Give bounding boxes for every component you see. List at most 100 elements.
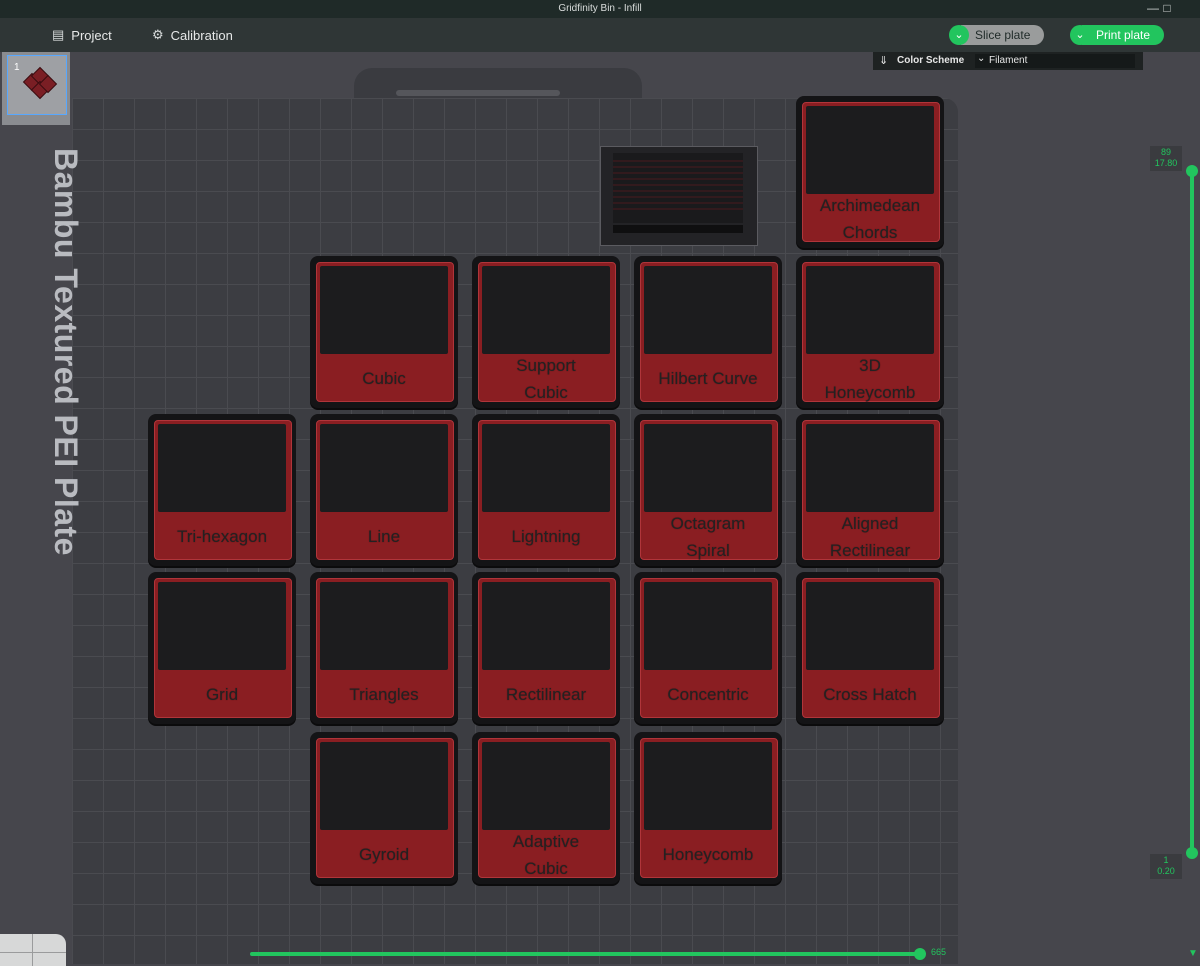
tile-line[interactable]: Line [310, 414, 458, 566]
tile-label: Octagram Spiral [670, 514, 746, 560]
top-layer-number: 89 [1160, 147, 1171, 157]
tile-label: Concentric [667, 685, 749, 704]
tile-label: Tri-hexagon [176, 527, 268, 546]
model-object-base [613, 225, 743, 233]
tile-label: Archimedean Chords [819, 196, 921, 242]
tile-label: Lightning [511, 527, 581, 546]
move-slider-value: 665 [931, 947, 947, 957]
tile-label: Adaptive Cubic [512, 832, 580, 878]
tile-label: Honeycomb [662, 845, 754, 864]
tile-label: 3D Honeycomb [824, 356, 916, 402]
chevron-down-icon[interactable]: ▼ [1188, 948, 1198, 959]
infill-pattern [320, 266, 448, 354]
move-slider-track[interactable] [250, 952, 920, 956]
calibration-icon: ⚙ [152, 27, 164, 42]
infill-pattern [158, 582, 286, 670]
tile-lightning[interactable]: Lightning [472, 414, 620, 566]
collapse-icon[interactable]: ⇓ [879, 54, 888, 67]
infill-pattern [320, 742, 448, 830]
title-bar: Gridfinity Bin - Infill — □ [0, 0, 1200, 18]
tile-label: Cubic [362, 369, 406, 388]
print-plate-label: Print plate [1082, 25, 1165, 45]
view-cube-divider [32, 934, 33, 966]
model-object[interactable] [600, 146, 758, 246]
tile-support-cubic[interactable]: Support Cubic [472, 256, 620, 408]
bottom-layer-number: 1 [1163, 855, 1169, 865]
infill-pattern [482, 266, 610, 354]
tile-tri-hexagon[interactable]: Tri-hexagon [148, 414, 296, 566]
tile-label: Cross Hatch [823, 685, 917, 704]
tile-3d-honeycomb[interactable]: 3D Honeycomb [796, 256, 944, 408]
infill-pattern [806, 582, 934, 670]
tile-cross-hatch[interactable]: Cross Hatch [796, 572, 944, 724]
chevron-down-icon: ⌄ [977, 53, 986, 64]
infill-pattern [482, 582, 610, 670]
model-object-pattern [613, 153, 743, 223]
project-label: Project [71, 27, 112, 43]
layer-slider-track[interactable] [1190, 170, 1194, 854]
tile-concentric[interactable]: Concentric [634, 572, 782, 724]
color-scheme-panel[interactable]: ⇓ Color Scheme ⌄ Filament [873, 52, 1143, 70]
plate-number: 1 [14, 62, 20, 73]
bottom-layer-readout: 1 0.20 [1150, 854, 1182, 879]
window-title: Gridfinity Bin - Infill [558, 3, 642, 14]
layer-slider-bottom-handle[interactable] [1186, 847, 1198, 859]
slice-plate-button[interactable]: ⌄ Slice plate [949, 25, 1045, 45]
infill-pattern [320, 582, 448, 670]
tile-label: Hilbert Curve [658, 369, 758, 388]
infill-pattern [158, 424, 286, 512]
top-layer-height: 17.80 [1154, 158, 1178, 168]
bottom-layer-height: 0.20 [1157, 866, 1175, 876]
plate-slot [396, 90, 560, 96]
tile-triangles[interactable]: Triangles [310, 572, 458, 724]
tile-hilbert-curve[interactable]: Hilbert Curve [634, 256, 782, 408]
infill-pattern [320, 424, 448, 512]
tile-label: Aligned Rectilinear [829, 514, 911, 560]
infill-pattern [644, 582, 772, 670]
plate-name: Bambu Textured PEI Plate [48, 148, 84, 578]
slice-plate-label: Slice plate [961, 25, 1045, 45]
tile-cubic[interactable]: Cubic [310, 256, 458, 408]
infill-pattern [806, 106, 934, 194]
tile-label: Triangles [349, 685, 419, 704]
top-layer-readout: 89 17.80 [1150, 146, 1182, 171]
tile-octagram-spiral[interactable]: Octagram Spiral [634, 414, 782, 566]
tile-archimedean-chords[interactable]: Archimedean Chords [796, 96, 944, 248]
menu-bar: ▤ Project ⚙ Calibration ⌄ Slice plate ⌄ … [0, 18, 1200, 52]
infill-pattern [644, 266, 772, 354]
project-menu[interactable]: ▤ Project [52, 27, 112, 43]
color-scheme-label: Color Scheme [897, 55, 965, 66]
tile-label: Gyroid [358, 845, 410, 864]
move-slider-handle[interactable] [914, 948, 926, 960]
tile-rectilinear[interactable]: Rectilinear [472, 572, 620, 724]
infill-pattern [644, 424, 772, 512]
layer-slider-top-handle[interactable] [1186, 165, 1198, 177]
tile-label: Rectilinear [505, 685, 587, 704]
tile-label: Line [367, 527, 401, 546]
tile-label: Support Cubic [516, 356, 576, 402]
tile-honeycomb[interactable]: Honeycomb [634, 732, 782, 884]
infill-pattern [482, 742, 610, 830]
calibration-menu[interactable]: ⚙ Calibration [152, 27, 233, 43]
tile-grid[interactable]: Grid [148, 572, 296, 724]
project-icon: ▤ [52, 27, 65, 42]
infill-pattern [482, 424, 610, 512]
infill-pattern [806, 424, 934, 512]
calibration-label: Calibration [170, 27, 233, 43]
tile-adaptive-cubic[interactable]: Adaptive Cubic [472, 732, 620, 884]
infill-pattern [806, 266, 934, 354]
maximize-icon[interactable]: □ [1152, 0, 1182, 18]
view-cube[interactable] [0, 934, 66, 966]
print-plate-button[interactable]: ⌄ Print plate [1070, 25, 1165, 45]
tile-label: Grid [205, 685, 239, 704]
plate-thumbnail[interactable]: 1 [2, 52, 70, 125]
chevron-down-icon[interactable]: ⌄ [1070, 25, 1090, 45]
color-scheme-select[interactable]: ⌄ Filament [975, 53, 1135, 68]
color-scheme-value: Filament [989, 55, 1028, 66]
tile-aligned-rectilinear[interactable]: Aligned Rectilinear [796, 414, 944, 566]
tile-gyroid[interactable]: Gyroid [310, 732, 458, 884]
view-cube-divider [0, 952, 66, 953]
chevron-down-icon[interactable]: ⌄ [949, 25, 969, 45]
lines-pattern-icon [613, 160, 743, 210]
infill-pattern [644, 742, 772, 830]
